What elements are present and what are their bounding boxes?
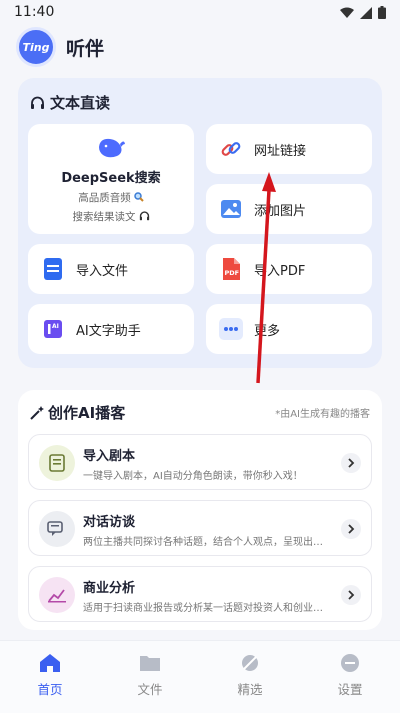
ai-assistant-icon: AI <box>40 316 66 342</box>
folder-icon <box>140 656 160 671</box>
home-icon <box>40 654 60 672</box>
ai-assistant-label: AI文字助手 <box>76 323 141 339</box>
app-logo: Ting <box>16 27 56 67</box>
business-analysis-item[interactable]: 商业分析 适用于扫读商业报告或分析某一话题对投资人和创业… <box>28 566 372 622</box>
wifi-icon <box>340 7 354 18</box>
more-label: 更多 <box>254 323 281 339</box>
nav-featured-label: 精选 <box>237 682 263 697</box>
import-script-title: 导入剧本 <box>83 449 136 464</box>
nav-settings-label: 设置 <box>337 682 363 697</box>
import-script-item[interactable]: 导入剧本 一键导入剧本，AI自动分角色朗读，带你秒入戏！ <box>28 434 372 490</box>
script-icon <box>39 445 75 481</box>
app-header: Ting 听伴 <box>16 26 104 68</box>
chevron-right-icon[interactable] <box>341 519 361 539</box>
url-link-label: 网址链接 <box>254 143 307 159</box>
logo-text: Ting <box>22 40 50 54</box>
image-icon <box>218 196 244 222</box>
deepseek-search-tile[interactable]: DeepSeek搜索 高品质音频 搜索结果读文 <box>28 124 194 234</box>
ai-assistant-tile[interactable]: AI AI文字助手 <box>28 304 194 354</box>
link-icon <box>218 136 244 162</box>
search-icon <box>134 192 144 202</box>
add-image-tile[interactable]: 添加图片 <box>206 184 372 234</box>
svg-text:PDF: PDF <box>225 269 240 277</box>
signal-icon <box>360 6 372 19</box>
status-time: 11:40 <box>14 4 55 20</box>
text-reading-title: 文本直读 <box>50 94 111 112</box>
deepseek-whale-icon <box>99 138 125 157</box>
status-bar: 11:40 <box>0 0 400 26</box>
nav-settings[interactable]: 设置 <box>315 653 385 698</box>
url-link-tile[interactable]: 网址链接 <box>206 124 372 174</box>
battery-icon <box>378 6 386 19</box>
import-script-desc: 一键导入剧本，AI自动分角色朗读，带你秒入戏！ <box>83 471 303 482</box>
featured-icon <box>242 655 258 671</box>
dialogue-interview-title: 对话访谈 <box>83 515 136 530</box>
bottom-navigation: 首页 文件 精选 设置 <box>0 640 400 713</box>
svg-text:AI: AI <box>52 323 59 330</box>
ai-podcast-title: 创作AI播客 <box>48 404 126 422</box>
more-tile[interactable]: 更多 <box>206 304 372 354</box>
dialogue-interview-item[interactable]: 对话访谈 两位主播共同探讨各种话题，结合个人观点，呈现出… <box>28 500 372 556</box>
import-file-tile[interactable]: 导入文件 <box>28 244 194 294</box>
import-pdf-tile[interactable]: PDF 导入PDF <box>206 244 372 294</box>
add-image-label: 添加图片 <box>254 203 307 219</box>
import-file-label: 导入文件 <box>76 263 129 279</box>
business-analysis-desc: 适用于扫读商业报告或分析某一话题对投资人和创业… <box>83 603 323 614</box>
ai-podcast-header: 创作AI播客 <box>30 402 125 423</box>
magic-wand-icon <box>30 405 44 420</box>
app-title: 听伴 <box>66 37 105 60</box>
headphones-small-icon <box>139 211 149 221</box>
settings-icon <box>341 654 359 672</box>
deepseek-subtitle-2: 搜索结果读文 <box>73 209 150 224</box>
ai-podcast-note: *由AI生成有趣的播客 <box>275 409 370 420</box>
deepseek-line1: 高品质音频 <box>78 191 131 204</box>
business-analysis-title: 商业分析 <box>83 581 136 596</box>
dialogue-interview-desc: 两位主播共同探讨各种话题，结合个人观点，呈现出… <box>83 537 323 548</box>
nav-files[interactable]: 文件 <box>115 653 185 698</box>
chart-icon <box>39 577 75 613</box>
headphones-icon <box>31 96 44 109</box>
chevron-right-icon[interactable] <box>341 453 361 473</box>
chevron-right-icon[interactable] <box>341 585 361 605</box>
ai-podcast-card: 创作AI播客 *由AI生成有趣的播客 导入剧本 一键导入剧本，AI自动分角色朗读… <box>18 390 382 630</box>
nav-home[interactable]: 首页 <box>15 653 85 698</box>
deepseek-title: DeepSeek搜索 <box>61 170 161 186</box>
nav-home-label: 首页 <box>37 682 63 697</box>
chat-icon <box>39 511 75 547</box>
deepseek-subtitle-1: 高品质音频 <box>78 190 144 205</box>
nav-featured[interactable]: 精选 <box>215 653 285 698</box>
nav-files-label: 文件 <box>137 682 163 697</box>
file-icon <box>40 256 66 282</box>
text-reading-header: 文本直读 <box>30 92 110 113</box>
deepseek-line2: 搜索结果读文 <box>72 210 136 223</box>
status-icons <box>340 6 386 19</box>
import-pdf-label: 导入PDF <box>254 263 306 279</box>
pdf-icon: PDF <box>218 256 244 282</box>
text-reading-card: 文本直读 DeepSeek搜索 高品质音频 搜索结果读文 网址链接 添加图片 导… <box>18 78 382 368</box>
more-icon <box>218 316 244 342</box>
